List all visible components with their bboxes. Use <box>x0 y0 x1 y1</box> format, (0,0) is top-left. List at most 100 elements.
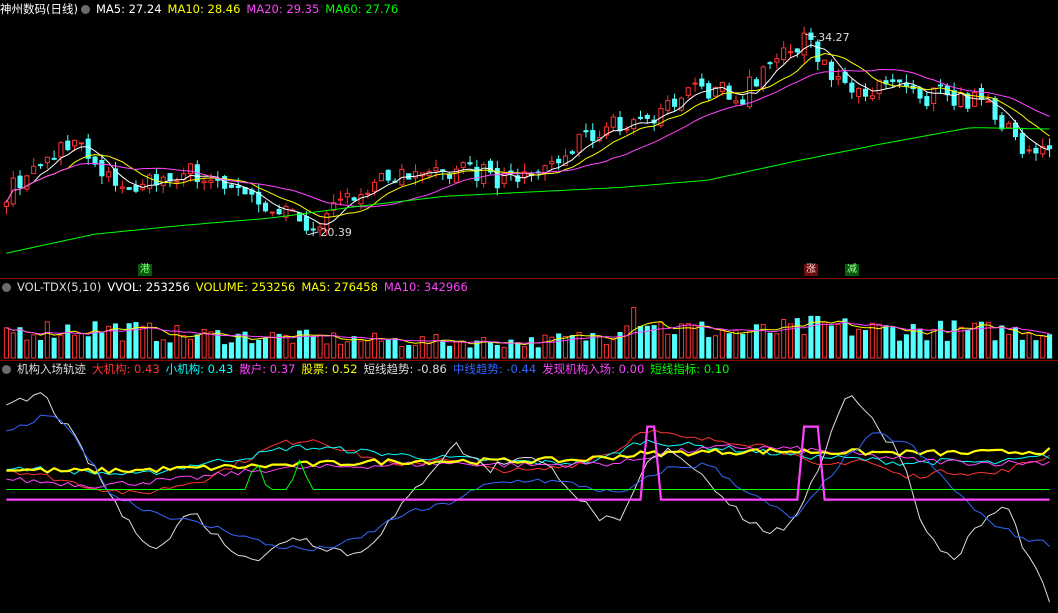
volume-bar-up <box>576 331 582 359</box>
volume-bar-up <box>317 334 323 359</box>
volume-bar-up <box>365 340 371 359</box>
marker-zhang[interactable]: 涨 <box>804 264 818 276</box>
candle-down <box>262 202 269 212</box>
candle-down <box>897 79 903 83</box>
marker-jian[interactable]: 减 <box>845 264 859 276</box>
volume-bar-up <box>372 332 378 359</box>
candle-up <box>372 181 378 192</box>
volume-bar-up <box>624 325 630 359</box>
candle-down <box>1033 147 1039 154</box>
ma-legend-item-2: MA20: 29.35 <box>246 2 320 16</box>
candle-up <box>685 87 691 96</box>
volume-bar-up <box>181 334 187 359</box>
volume-bar-down <box>1012 326 1019 359</box>
candle-up <box>774 58 780 63</box>
volume-bar-down <box>222 344 228 359</box>
volume-bar-up <box>419 336 425 359</box>
volume-bar-up <box>542 334 548 359</box>
ma5-line <box>5 44 1050 225</box>
candle-up <box>781 47 787 61</box>
volume-bar-up <box>412 344 419 359</box>
candle-up <box>610 116 616 128</box>
candle-down <box>126 187 132 190</box>
volume-bar-down <box>753 324 759 359</box>
candle-down <box>133 185 139 192</box>
ma-legend-item-1: MA10: 28.46 <box>167 2 241 16</box>
chart-canvas[interactable]: 34.27 20.39 <box>0 0 1058 610</box>
volume-bar-down <box>235 333 241 359</box>
volume-bar-down <box>903 334 909 359</box>
candle-down <box>862 88 869 97</box>
marker-gang[interactable]: 港 <box>138 264 152 276</box>
volume-bar-down <box>794 318 800 359</box>
candle-down <box>944 85 950 96</box>
indicator-legend-item-4: 短线趋势: -0.86 <box>363 362 447 376</box>
candle-up <box>3 201 9 207</box>
indicator-legend-item-0: 大机构: 0.43 <box>92 362 160 376</box>
ma-legend-item-0: MA5: 27.24 <box>95 2 162 16</box>
indicator-settings-circle-icon[interactable] <box>2 365 11 374</box>
volume-bar-down <box>672 334 678 359</box>
volume-bar-up <box>160 339 166 359</box>
candle-down <box>740 99 746 105</box>
volume-bar-up <box>522 346 528 359</box>
indicator-legend-item-6: 发现机构入场: 0.00 <box>542 362 645 376</box>
candle-up <box>1006 122 1012 129</box>
candle-down <box>924 96 930 107</box>
volume-bar-up <box>58 334 64 359</box>
candle-down <box>467 162 473 165</box>
volume-bar-down <box>937 320 944 359</box>
candle-down <box>385 169 391 181</box>
volume-bar-down <box>262 338 269 359</box>
volume-bar-down <box>583 340 589 359</box>
volume-bar-down <box>706 337 712 359</box>
candle-up <box>481 164 487 185</box>
volume-bar-up <box>869 322 875 359</box>
candle-up <box>44 156 50 164</box>
indicator-legend-item-2: 散户: 0.37 <box>239 362 296 376</box>
candle-up <box>208 179 214 184</box>
candle-down <box>303 216 309 231</box>
volume-bar-up <box>958 326 964 359</box>
settings-circle-icon[interactable] <box>80 5 90 14</box>
candle-up <box>549 160 555 165</box>
volume-legend-item-3: MA10: 342966 <box>383 280 468 294</box>
ma-legend: MA5: 27.24 MA10: 28.46 MA20: 29.35 MA60: 27… <box>96 2 404 16</box>
candle-down <box>917 87 923 99</box>
volume-bar-down <box>535 347 541 359</box>
candle-down <box>590 130 596 142</box>
volume-bar-up <box>481 336 487 359</box>
volume-bar-up <box>856 328 862 359</box>
volume-bar-down <box>842 318 848 359</box>
volume-bar-down <box>849 335 855 359</box>
candle-down <box>815 41 821 62</box>
candle-down <box>37 164 44 167</box>
candle-up <box>58 142 64 158</box>
candle-up <box>856 88 862 97</box>
volume-legend-item-0: VVOL: 253256 <box>107 280 190 294</box>
volume-bar-up <box>665 333 671 359</box>
volume-bar-down <box>17 327 23 359</box>
volume-bar-up <box>501 346 507 359</box>
ma-legend-item-3: MA60: 27.76 <box>325 2 399 16</box>
candle-up <box>160 176 166 186</box>
volume-bar-down <box>51 337 57 359</box>
candle-down <box>99 159 105 177</box>
volume-bar-up <box>801 333 807 359</box>
volume-bar-up <box>678 323 684 359</box>
volume-bar-up <box>597 336 603 359</box>
volume-bar-up <box>719 329 725 359</box>
volume-bar-up <box>378 340 384 359</box>
candle-up <box>201 180 207 184</box>
candle-up <box>31 165 37 175</box>
candle-down <box>828 61 834 81</box>
volume-settings-circle-icon[interactable] <box>2 283 11 292</box>
volume-bar-up <box>781 318 787 359</box>
candle-up <box>787 51 794 54</box>
volume-bar-up <box>610 339 616 359</box>
candle-down <box>637 116 644 119</box>
volume-bar-up <box>692 325 698 359</box>
candle-up <box>187 163 194 175</box>
candle-up <box>665 100 671 111</box>
volume-bar-up <box>31 334 37 359</box>
